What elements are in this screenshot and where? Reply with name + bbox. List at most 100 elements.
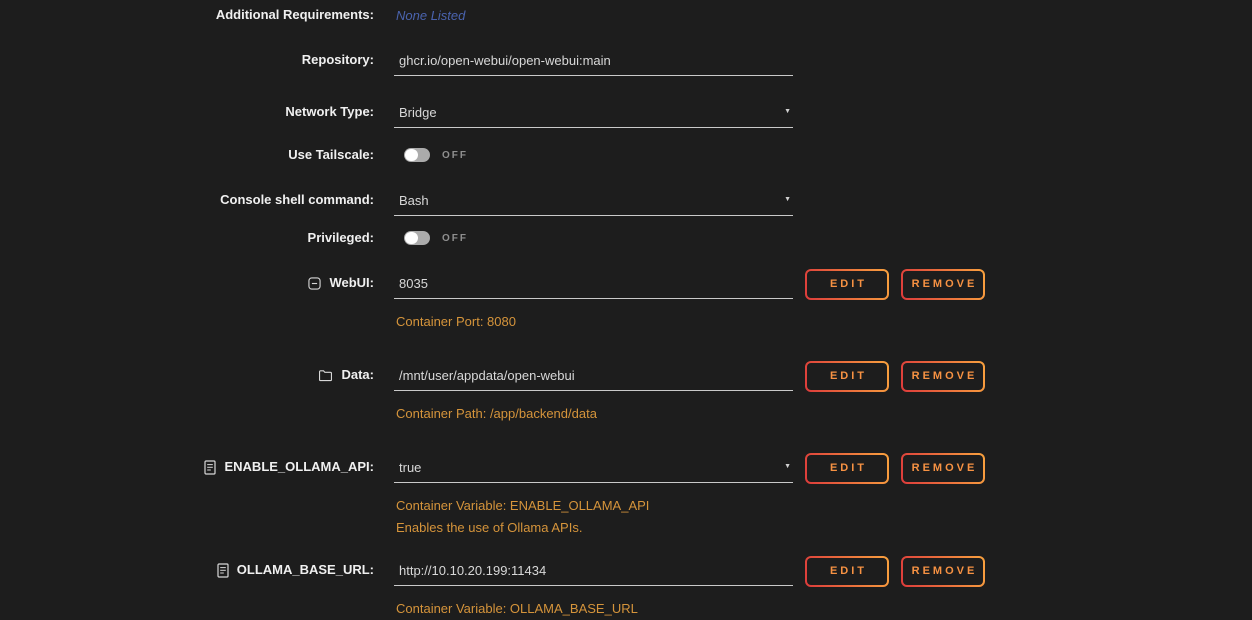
row-control [394, 52, 793, 76]
row-label: OLLAMA_BASE_URL: [0, 556, 374, 578]
ollama-base-url-field [394, 562, 793, 586]
row-control: OFF [394, 147, 793, 163]
ollama-base-url-label: OLLAMA_BASE_URL: [237, 562, 374, 578]
edit-button-label: EDIT [807, 363, 887, 390]
data-label: Data: [341, 367, 374, 383]
form-row-use-tailscale: Use Tailscale: OFF [0, 147, 1252, 163]
additional-requirements-link[interactable]: None Listed [394, 8, 465, 24]
additional-requirements-label: Additional Requirements: [216, 7, 374, 23]
edit-button[interactable]: EDIT [805, 556, 889, 587]
field-hint: Container Path: /app/backend/data [396, 403, 793, 425]
file-lines-icon [204, 460, 216, 475]
docker-container-settings-page: Additional Requirements: None Listed Repos… [0, 0, 1252, 620]
repository-label: Repository: [302, 52, 374, 68]
row-control: Bash ▼ [394, 192, 793, 216]
row-label: Repository: [0, 52, 374, 68]
use-tailscale-label: Use Tailscale: [288, 147, 374, 163]
row-actions: EDIT REMOVE [805, 269, 985, 300]
toggle-knob [405, 232, 418, 244]
webui-label: WebUI: [329, 275, 374, 291]
edit-button[interactable]: EDIT [805, 453, 889, 484]
data-input[interactable] [399, 368, 788, 384]
field-hint: Container Variable: ENABLE_OLLAMA_API [396, 495, 793, 517]
toggle-state-label: OFF [442, 150, 468, 161]
row-control: Container Path: /app/backend/data [394, 361, 793, 425]
row-control: OFF [394, 230, 793, 246]
field-hint: Enables the use of Ollama APIs. [396, 517, 793, 539]
remove-button-label: REMOVE [903, 455, 983, 482]
remove-button[interactable]: REMOVE [901, 453, 985, 484]
edit-button-label: EDIT [807, 455, 887, 482]
toggle-knob [405, 149, 418, 161]
chevron-down-icon: ▼ [784, 108, 791, 115]
form-row-webui: WebUI: Container Port: 8080 EDIT REMOVE [0, 269, 1252, 333]
console-shell-command-label: Console shell command: [220, 192, 374, 208]
row-label: Use Tailscale: [0, 147, 374, 163]
row-label: Data: [0, 361, 374, 383]
enable-ollama-api-select[interactable]: true ▼ [394, 459, 793, 483]
row-label: Privileged: [0, 230, 374, 246]
remove-button[interactable]: REMOVE [901, 269, 985, 300]
form-row-network-type: Network Type: Bridge ▼ [0, 104, 1252, 128]
edit-button[interactable]: EDIT [805, 269, 889, 300]
field-hints: Container Port: 8080 [394, 311, 793, 333]
file-lines-icon [217, 563, 229, 578]
row-label: Console shell command: [0, 192, 374, 208]
privileged-toggle-row: OFF [394, 230, 793, 246]
repository-input[interactable] [399, 53, 788, 69]
form-row-ollama-base-url: OLLAMA_BASE_URL: Container Variable: OLLA… [0, 556, 1252, 620]
folder-icon [318, 369, 333, 382]
enable-ollama-api-label: ENABLE_OLLAMA_API: [224, 459, 374, 475]
remove-button-label: REMOVE [903, 558, 983, 585]
network-type-select[interactable]: Bridge ▼ [394, 104, 793, 128]
form-row-additional-requirements: Additional Requirements: None Listed [0, 7, 1252, 25]
toggle-state-label: OFF [442, 233, 468, 244]
field-hint: Container Variable: OLLAMA_BASE_URL [396, 598, 793, 620]
row-control: Bridge ▼ [394, 104, 793, 128]
row-label: Additional Requirements: [0, 7, 374, 23]
form-row-console-shell-command: Console shell command: Bash ▼ [0, 192, 1252, 216]
network-type-label: Network Type: [285, 104, 374, 120]
edit-button[interactable]: EDIT [805, 361, 889, 392]
console-shell-command-select-value: Bash [399, 193, 429, 209]
row-label: WebUI: [0, 269, 374, 291]
enable-ollama-api-select-value: true [399, 460, 421, 476]
minus-square-icon [308, 277, 321, 290]
row-actions: EDIT REMOVE [805, 361, 985, 392]
webui-input[interactable] [399, 276, 788, 292]
use-tailscale-toggle-row: OFF [394, 147, 793, 163]
edit-button-label: EDIT [807, 558, 887, 585]
webui-field [394, 275, 793, 299]
use-tailscale-toggle[interactable] [404, 148, 430, 162]
row-control: true ▼ Container Variable: ENABLE_OLLAMA_A… [394, 453, 793, 539]
privileged-label: Privileged: [308, 230, 374, 246]
form-row-data: Data: Container Path: /app/backend/data ED… [0, 361, 1252, 425]
form-row-enable-ollama-api: ENABLE_OLLAMA_API: true ▼ Container Variabl… [0, 453, 1252, 539]
remove-button-label: REMOVE [903, 271, 983, 298]
row-control: Container Variable: OLLAMA_BASE_URL [394, 556, 793, 620]
form-row-repository: Repository: [0, 52, 1252, 76]
data-field [394, 367, 793, 391]
field-hints: Container Variable: OLLAMA_BASE_URL [394, 598, 793, 620]
field-hints: Container Path: /app/backend/data [394, 403, 793, 425]
repository-field [394, 52, 793, 76]
row-actions: EDIT REMOVE [805, 453, 985, 484]
privileged-toggle[interactable] [404, 231, 430, 245]
remove-button[interactable]: REMOVE [901, 556, 985, 587]
ollama-base-url-input[interactable] [399, 563, 788, 579]
remove-button[interactable]: REMOVE [901, 361, 985, 392]
settings-form: Additional Requirements: None Listed Repos… [0, 0, 1252, 620]
row-control: Container Port: 8080 [394, 269, 793, 333]
console-shell-command-select[interactable]: Bash ▼ [394, 192, 793, 216]
row-control: None Listed [394, 7, 793, 25]
network-type-select-value: Bridge [399, 105, 437, 121]
field-hints: Container Variable: ENABLE_OLLAMA_APIEna… [394, 495, 793, 539]
form-row-privileged: Privileged: OFF [0, 230, 1252, 246]
row-actions: EDIT REMOVE [805, 556, 985, 587]
row-label: ENABLE_OLLAMA_API: [0, 453, 374, 475]
chevron-down-icon: ▼ [784, 463, 791, 470]
chevron-down-icon: ▼ [784, 196, 791, 203]
remove-button-label: REMOVE [903, 363, 983, 390]
edit-button-label: EDIT [807, 271, 887, 298]
row-label: Network Type: [0, 104, 374, 120]
